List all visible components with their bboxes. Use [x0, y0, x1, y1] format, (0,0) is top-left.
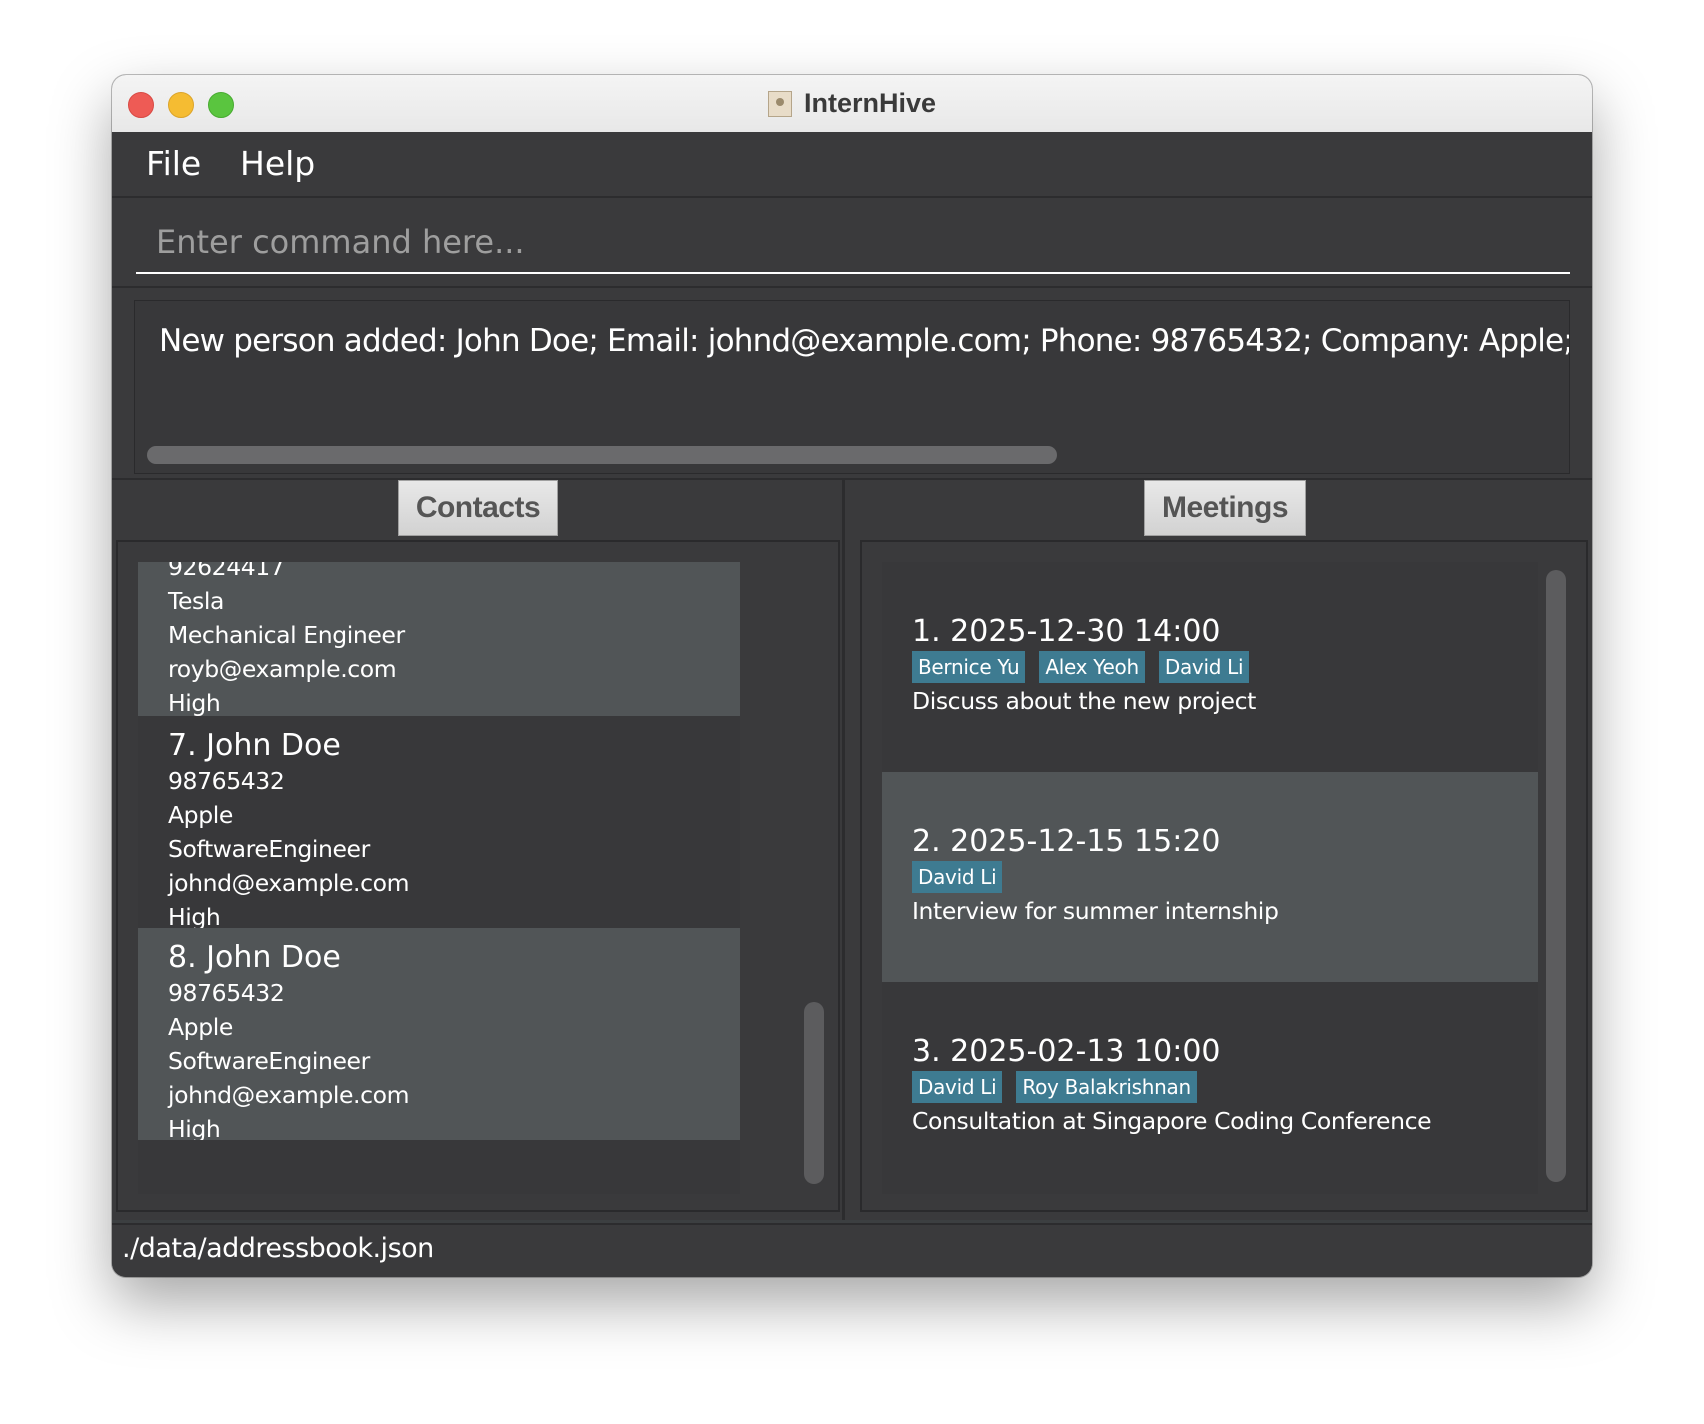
app-window: InternHive File Help New person added: J… [112, 75, 1592, 1277]
command-area [112, 198, 1592, 288]
contact-name: 7. John Doe [168, 728, 341, 763]
contact-role: SoftwareEngineer [168, 835, 370, 863]
meeting-card[interactable]: 2. 2025-12-15 15:20 David Li Interview f… [882, 772, 1538, 982]
meeting-datetime: 3. 2025-02-13 10:00 [912, 1034, 1221, 1069]
result-display[interactable]: New person added: John Doe; Email: johnd… [134, 300, 1570, 474]
panel-divider[interactable] [842, 480, 845, 1220]
meeting-attendees: David Li Roy Balakrishnan [912, 1071, 1538, 1103]
attendee-tag: Roy Balakrishnan [1016, 1071, 1197, 1103]
contact-card[interactable]: 7. John Doe 98765432 Apple SoftwareEngin… [138, 716, 740, 931]
contact-card[interactable]: 8. John Doe 98765432 Apple SoftwareEngin… [138, 928, 740, 1143]
contact-company: Apple [168, 801, 233, 829]
contact-company: Tesla [168, 587, 224, 615]
save-location: ./data/addressbook.json [122, 1233, 434, 1264]
meetings-vertical-scrollbar[interactable] [1546, 570, 1566, 1182]
meetings-list: 1. 2025-12-30 14:00 Bernice Yu Alex Yeoh… [882, 562, 1538, 1194]
contacts-header-button[interactable]: Contacts [398, 480, 558, 536]
menu-help[interactable]: Help [240, 144, 315, 183]
result-message: New person added: John Doe; Email: johnd… [159, 323, 1570, 359]
meeting-description: Interview for summer internship [912, 897, 1279, 925]
meeting-description: Discuss about the new project [912, 687, 1256, 715]
meeting-attendees: David Li [912, 861, 1538, 893]
meeting-card[interactable]: 1. 2025-12-30 14:00 Bernice Yu Alex Yeoh… [882, 562, 1538, 772]
contact-priority: High [168, 689, 221, 717]
meetings-panel: 1. 2025-12-30 14:00 Bernice Yu Alex Yeoh… [860, 540, 1588, 1212]
attendee-tag: Alex Yeoh [1039, 651, 1145, 683]
contact-role: SoftwareEngineer [168, 1047, 370, 1075]
attendee-tag: David Li [1158, 651, 1250, 683]
contact-name: 8. John Doe [168, 940, 341, 975]
menu-bar: File Help [112, 132, 1592, 198]
command-input[interactable] [136, 212, 1570, 274]
meeting-datetime: 2. 2025-12-15 15:20 [912, 824, 1221, 859]
meeting-attendees: Bernice Yu Alex Yeoh David Li [912, 651, 1538, 683]
result-area: New person added: John Doe; Email: johnd… [112, 288, 1592, 480]
contacts-panel: 92624417 Tesla Mechanical Engineer royb@… [116, 540, 840, 1212]
meeting-datetime: 1. 2025-12-30 14:00 [912, 614, 1221, 649]
contact-phone: 92624417 [168, 562, 285, 581]
contact-role: Mechanical Engineer [168, 621, 405, 649]
attendee-tag: David Li [912, 1071, 1003, 1103]
panels-area: Contacts Meetings 92624417 Tesla Mechani… [112, 480, 1592, 1220]
result-horizontal-scrollbar[interactable] [147, 446, 1057, 464]
contact-phone: 98765432 [168, 979, 285, 1007]
window-title: InternHive [803, 88, 937, 118]
contacts-list: 92624417 Tesla Mechanical Engineer royb@… [138, 562, 794, 1194]
contact-email: johnd@example.com [168, 869, 410, 897]
menu-file[interactable]: File [146, 144, 201, 183]
meeting-description: Consultation at Singapore Coding Confere… [912, 1107, 1432, 1135]
attendee-tag: David Li [912, 861, 1003, 893]
attendee-tag: Bernice Yu [912, 651, 1026, 683]
status-bar: ./data/addressbook.json [112, 1223, 1592, 1277]
contacts-vertical-scrollbar[interactable] [804, 1002, 824, 1184]
contacts-list-filler [138, 1140, 740, 1194]
contact-company: Apple [168, 1013, 233, 1041]
meeting-card[interactable]: 3. 2025-02-13 10:00 David Li Roy Balakri… [882, 982, 1538, 1194]
contact-email: royb@example.com [168, 655, 397, 683]
contact-email: johnd@example.com [168, 1081, 410, 1109]
app-icon [767, 90, 792, 117]
title-bar: InternHive [112, 75, 1592, 133]
title-group: InternHive [112, 75, 1592, 132]
meetings-header-button[interactable]: Meetings [1144, 480, 1306, 536]
contact-phone: 98765432 [168, 767, 285, 795]
contact-card-partial[interactable]: 92624417 Tesla Mechanical Engineer royb@… [138, 562, 740, 717]
